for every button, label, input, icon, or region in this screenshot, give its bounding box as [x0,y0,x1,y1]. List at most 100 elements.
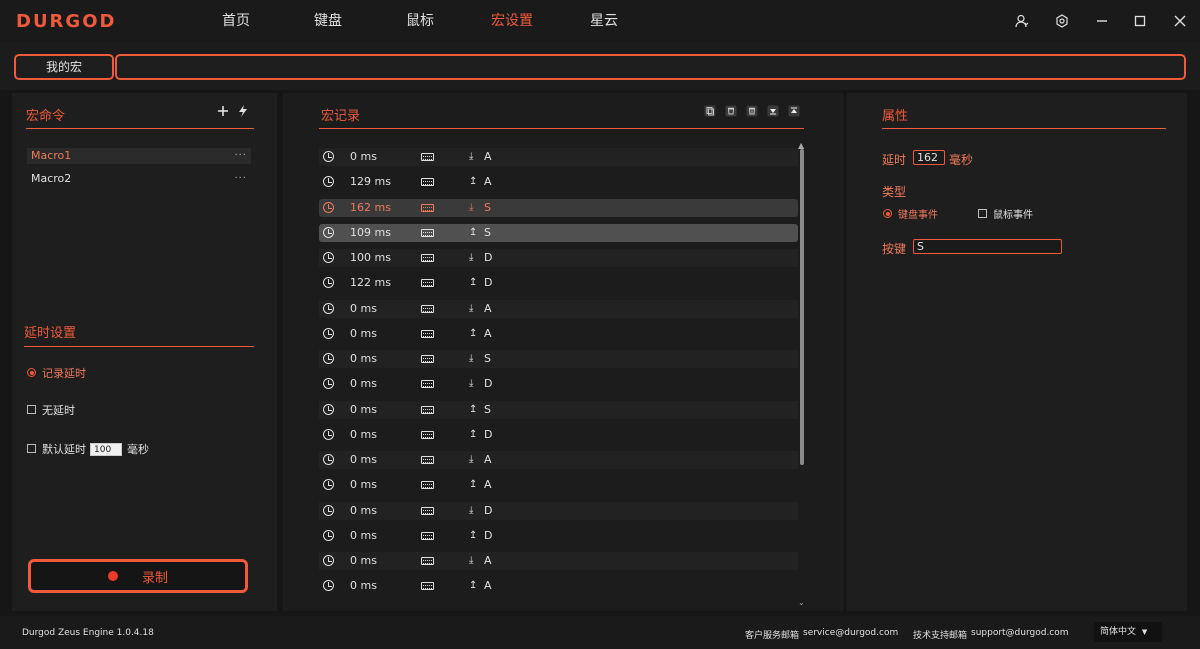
table-row[interactable]: 109 ms ↥ S [319,223,798,242]
table-row[interactable]: 0 ms ⤓ D [319,501,798,520]
clock-icon [323,201,334,213]
main-nav: 首页 键盘 鼠标 宏设置 星云 [190,0,650,42]
nav-mouse[interactable]: 鼠标 [374,0,466,42]
nav-nebula[interactable]: 星云 [558,0,650,42]
clear-icon[interactable] [723,105,739,121]
macro-item-macro1[interactable]: Macro1 ··· [27,148,251,164]
more-icon[interactable]: ··· [234,171,247,187]
clock-icon [323,353,334,364]
keyboard-icon [421,304,434,313]
record-key: D [484,427,493,441]
record-key: D [484,528,493,542]
default-delay-checkbox[interactable] [27,444,36,453]
user-icon[interactable] [1002,0,1042,42]
plus-icon[interactable] [215,105,231,121]
record-key: S [484,352,491,365]
my-macro-button[interactable]: 我的宏 [14,54,114,80]
mouse-event-checkbox[interactable] [978,209,987,218]
record-delay-label: 记录延时 [42,367,86,380]
table-row[interactable]: 129 ms ↥ A [319,173,798,191]
record-delay: 0 ms [350,503,377,517]
table-row[interactable]: 0 ms ⤓ A [319,451,798,469]
move-down-icon[interactable] [765,105,781,121]
delete-icon[interactable] [744,105,760,121]
clock-icon [323,555,334,566]
record-key: D [484,503,493,517]
key-down-icon: ⤓ [469,252,474,263]
table-row[interactable]: 0 ms ↥ D [319,527,798,545]
table-row[interactable]: 0 ms ↥ A [319,476,798,494]
key-up-icon: ↥ [469,277,478,289]
table-row[interactable]: 0 ms ↥ A [319,577,798,595]
clock-icon [323,226,334,238]
table-row[interactable]: 0 ms ⤓ A [319,299,798,318]
no-delay-checkbox[interactable] [27,405,36,414]
record-key: S [484,402,491,416]
gear-icon[interactable] [1042,0,1082,42]
macro-item-label: Macro2 [31,172,72,185]
record-key: S [484,225,491,239]
copy-icon[interactable] [702,105,718,121]
minimize-icon[interactable] [1082,0,1122,42]
properties-title: 属性 [882,109,909,124]
table-row[interactable]: 0 ms ↥ S [319,400,798,419]
key-up-icon: ↥ [469,529,478,541]
record-scrollbar[interactable] [800,149,804,465]
key-down-icon: ⤓ [469,555,474,566]
chevron-down-icon: ▼ [1141,628,1148,636]
nav-home[interactable]: 首页 [190,0,282,42]
table-row[interactable]: 0 ms ↥ A [319,325,798,343]
record-key: A [484,453,492,466]
keyboard-icon [421,329,434,338]
language-select[interactable]: 简体中文 ▼ [1094,622,1162,642]
table-row[interactable]: 162 ms ⤓ S [319,198,798,217]
table-row[interactable]: 0 ms ⤓ S [319,350,798,368]
delay-settings-title: 延时设置 [24,326,77,341]
table-row[interactable]: 100 ms ⤓ D [319,249,798,267]
record-delay: 129 ms [350,175,391,189]
macro-name-field[interactable] [115,54,1186,80]
clock-icon [323,454,334,465]
lightning-icon[interactable] [235,105,251,121]
keyboard-icon [421,178,434,187]
macro-item-label: Macro1 [31,149,72,162]
macro-item-macro2[interactable]: Macro2 ··· [27,171,251,187]
key-input[interactable]: S [913,239,1062,254]
move-up-icon[interactable] [786,105,802,121]
key-up-icon: ↥ [469,176,478,188]
clock-icon [323,479,334,491]
record-key: A [484,175,492,189]
clock-icon [323,403,334,415]
service-email[interactable]: service@durgod.com [803,628,898,638]
table-row[interactable]: 0 ms ⤓ D [319,375,798,393]
language-label: 简体中文 [1100,627,1137,637]
record-key: D [484,251,493,264]
table-row[interactable]: 122 ms ↥ D [319,274,798,292]
more-icon[interactable]: ··· [234,148,247,164]
keyboard-icon [421,405,434,414]
record-key: A [484,579,492,593]
scroll-down-icon[interactable]: ⌄ [798,598,805,607]
close-icon[interactable] [1160,0,1200,42]
nav-keyboard[interactable]: 键盘 [282,0,374,42]
maximize-icon[interactable] [1120,0,1160,42]
record-delay: 0 ms [350,377,377,391]
delay-unit: 毫秒 [949,153,974,167]
table-row[interactable]: 0 ms ⤓ A [319,148,798,166]
record-delay-radio[interactable] [27,368,36,377]
table-row[interactable]: 0 ms ⤓ A [319,552,798,570]
record-key: A [484,554,492,567]
nav-macro-settings[interactable]: 宏设置 [466,0,558,42]
record-key: S [484,200,491,214]
table-row[interactable]: 0 ms ↥ D [319,426,798,444]
version-text: Durgod Zeus Engine 1.0.4.18 [22,628,154,638]
keyboard-event-radio[interactable] [883,209,892,218]
record-key: A [484,326,492,340]
delay-settings-divider [24,346,254,347]
macro-topbar: 我的宏 [0,42,1200,90]
support-email[interactable]: support@durgod.com [971,628,1069,638]
delay-input[interactable]: 162 [913,150,945,165]
default-delay-input[interactable]: 100 [90,443,122,456]
record-button[interactable]: 录制 [28,559,248,593]
delay-label: 延时 [882,153,907,167]
